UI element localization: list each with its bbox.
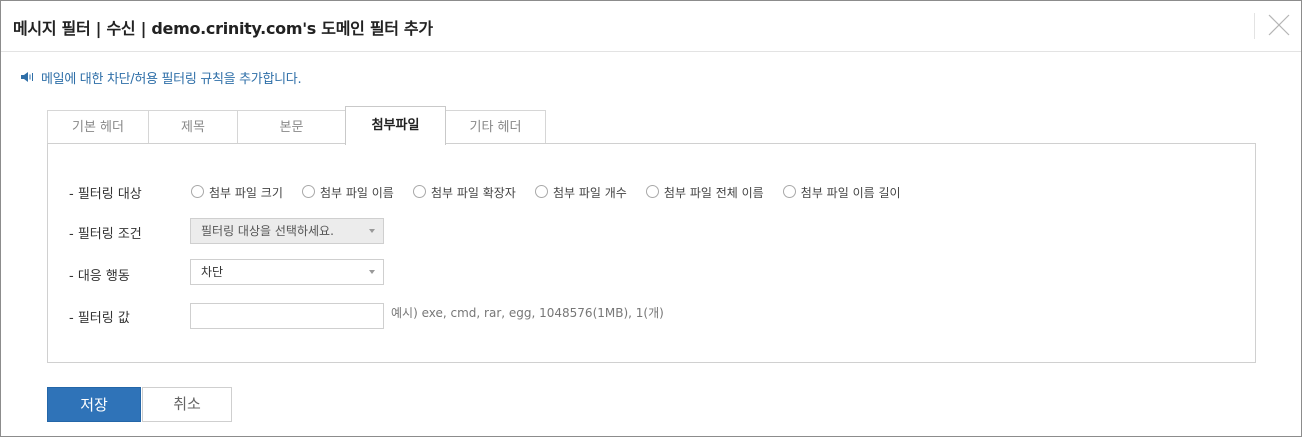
condition-select-value: 필터링 대상을 선택하세요. <box>201 224 334 238</box>
radio-attachment-size[interactable]: 첨부 파일 크기 <box>191 184 283 201</box>
action-select-value: 차단 <box>201 265 224 279</box>
radio-circle-icon <box>782 185 796 198</box>
cancel-button[interactable]: 취소 <box>142 387 232 422</box>
radio-label: 첨부 파일 확장자 <box>430 186 516 200</box>
dialog-description: 메일에 대한 차단/허용 필터링 규칙을 추가합니다. <box>41 72 302 87</box>
target-label: - 필터링 대상 <box>69 187 142 202</box>
chevron-down-icon <box>369 229 375 233</box>
radio-label: 첨부 파일 크기 <box>209 186 283 200</box>
chevron-down-icon <box>369 270 375 274</box>
save-button[interactable]: 저장 <box>47 387 141 422</box>
radio-circle-icon <box>191 185 204 198</box>
action-select[interactable]: 차단 <box>190 259 384 285</box>
tab-body[interactable]: 본문 <box>237 110 346 143</box>
target-radio-group: 첨부 파일 크기 첨부 파일 이름 첨부 파일 확장자 첨부 파일 개수 첨부 … <box>191 182 915 200</box>
radio-label: 첨부 파일 전체 이름 <box>663 186 764 200</box>
close-button[interactable] <box>1264 10 1294 40</box>
radio-circle-icon <box>412 185 426 198</box>
radio-attachment-name-length[interactable]: 첨부 파일 이름 길이 <box>782 184 901 201</box>
radio-label: 첨부 파일 이름 <box>319 186 394 200</box>
action-label: - 대응 행동 <box>69 269 130 284</box>
filter-value-input[interactable] <box>190 303 384 329</box>
radio-attachment-extension[interactable]: 첨부 파일 확장자 <box>412 184 516 201</box>
radio-label: 첨부 파일 개수 <box>552 186 627 200</box>
dialog-titlebar: 메시지 필터 | 수신 | demo.crinity.com's 도메인 필터 … <box>1 1 1301 52</box>
titlebar-divider <box>1254 13 1255 39</box>
value-label: - 필터링 값 <box>69 311 130 326</box>
value-hint: 예시) exe, cmd, rar, egg, 1048576(1MB), 1(… <box>391 306 664 320</box>
tab-subject[interactable]: 제목 <box>148 110 238 143</box>
close-icon <box>1268 14 1290 36</box>
tab-panel <box>47 143 1256 363</box>
radio-attachment-count[interactable]: 첨부 파일 개수 <box>534 184 627 201</box>
radio-attachment-name[interactable]: 첨부 파일 이름 <box>301 184 394 201</box>
filter-dialog: 메시지 필터 | 수신 | demo.crinity.com's 도메인 필터 … <box>0 0 1302 437</box>
dialog-title: 메시지 필터 | 수신 | demo.crinity.com's 도메인 필터 … <box>13 19 433 38</box>
tab-attachment[interactable]: 첨부파일 <box>345 106 446 145</box>
radio-circle-icon <box>301 185 315 198</box>
radio-label: 첨부 파일 이름 길이 <box>800 186 901 200</box>
tab-basic-header[interactable]: 기본 헤더 <box>47 110 149 143</box>
speaker-icon <box>21 72 33 82</box>
radio-circle-icon <box>645 185 659 198</box>
radio-circle-icon <box>534 185 548 198</box>
radio-attachment-fullname[interactable]: 첨부 파일 전체 이름 <box>645 184 764 201</box>
condition-label: - 필터링 조건 <box>69 227 142 242</box>
tab-other-header[interactable]: 기타 헤더 <box>445 110 546 143</box>
condition-select[interactable]: 필터링 대상을 선택하세요. <box>190 218 384 244</box>
